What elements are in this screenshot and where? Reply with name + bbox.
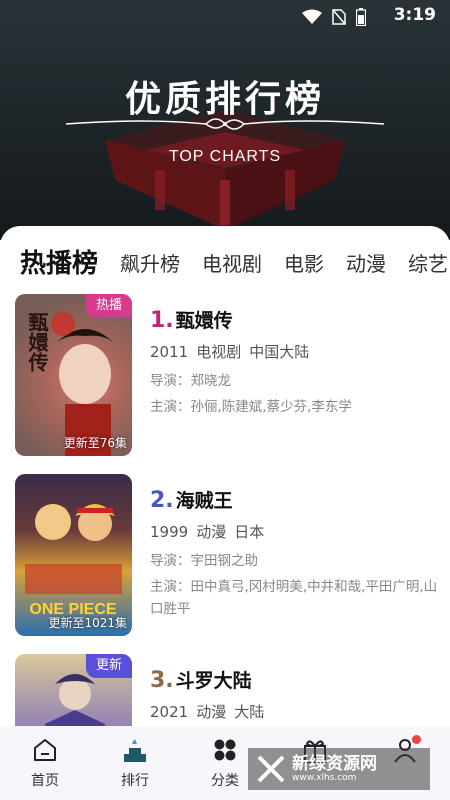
show-year: 1999 <box>150 523 189 541</box>
ranking-item[interactable]: 甄嬛传 热播 更新至76集 1. 甄嬛传 2011 电视剧 中国大陆 导演：郑晓龙 主… <box>15 294 435 458</box>
cast: 主演：孙俪,陈建斌,蔡少芬,李东学 <box>150 399 352 415</box>
poster-image[interactable]: ONE PIECE 更新至1021集 <box>15 474 132 636</box>
show-title[interactable]: 甄嬛传 <box>176 310 233 332</box>
show-title[interactable]: 斗罗大陆 <box>176 670 252 692</box>
battery-icon <box>356 8 366 26</box>
episode-update: 更新至1021集 <box>48 616 127 630</box>
category-icon <box>214 739 236 761</box>
nav-ranking-label: 排行 <box>121 773 149 789</box>
rank-number: 1. <box>150 308 174 333</box>
poster-art: ONE PIECE <box>25 504 122 618</box>
status-time: 3:19 <box>393 5 436 25</box>
show-region: 日本 <box>234 523 265 541</box>
rank-number: 3. <box>150 668 174 693</box>
nav-home-label: 首页 <box>31 773 59 789</box>
show-meta: 2011 电视剧 中国大陆 <box>150 340 440 364</box>
wifi-icon <box>302 9 322 24</box>
hot-badge: 热播 <box>85 294 132 318</box>
ranking-icon <box>124 739 146 762</box>
tab-movie[interactable]: 电影 <box>284 250 324 278</box>
status-bar: 3:19 <box>0 0 450 32</box>
episode-update: 更新至76集 <box>63 436 127 450</box>
show-region: 大陆 <box>234 703 265 721</box>
show-region: 中国大陆 <box>249 343 310 361</box>
show-meta: 2021 动漫 大陆 <box>150 700 440 724</box>
watermark-url: www.xlhs.com <box>292 773 357 783</box>
notification-dot <box>412 735 421 744</box>
show-genre: 动漫 <box>196 523 227 541</box>
nav-home[interactable]: 首页 <box>0 726 90 800</box>
ornament-divider <box>66 118 384 130</box>
show-year: 2021 <box>150 703 189 721</box>
nav-ranking[interactable]: 排行 <box>90 726 180 800</box>
update-badge: 更新 <box>85 654 132 678</box>
show-genre: 动漫 <box>196 703 227 721</box>
director: 导演：宇田钢之助 <box>150 553 258 569</box>
category-tabs: 热播榜 飙升榜 电视剧 电影 动漫 综艺 <box>0 238 450 278</box>
ranking-sheet: 热播榜 飙升榜 电视剧 电影 动漫 综艺 甄嬛传 热播 更新至76集 1. 甄嬛传 <box>0 226 450 726</box>
tab-anime[interactable]: 动漫 <box>346 250 386 278</box>
watermark-text: 新绿资源网 <box>292 754 377 774</box>
cast: 主演：田中真弓,冈村明美,中井和哉,平田广明,山口胜平 <box>150 579 438 617</box>
director: 导演：郑晓龙 <box>150 373 231 389</box>
watermark: 新绿资源网 www.xlhs.com <box>248 748 430 790</box>
poster-calligraphy: 甄嬛传 <box>25 312 49 372</box>
tab-tv[interactable]: 电视剧 <box>202 250 262 278</box>
show-meta: 1999 动漫 日本 <box>150 520 440 544</box>
hero-subtitle: TOP CHARTS <box>168 148 282 165</box>
show-genre: 电视剧 <box>196 343 242 361</box>
tab-variety[interactable]: 综艺 <box>408 250 448 278</box>
ranking-item[interactable]: ONE PIECE 更新至1021集 2. 海贼王 1999 动漫 日本 导演：宇田钢… <box>15 474 437 638</box>
ranking-item[interactable]: 更新 3. 斗罗大陆 2021 动漫 大陆 <box>15 654 435 726</box>
show-year: 2011 <box>150 343 189 361</box>
tab-rising[interactable]: 飙升榜 <box>120 250 180 278</box>
poster-image[interactable]: 甄嬛传 热播 更新至76集 <box>15 294 132 456</box>
home-icon <box>34 739 56 761</box>
tab-hot[interactable]: 热播榜 <box>20 250 98 278</box>
no-sim-icon <box>332 9 346 25</box>
show-title[interactable]: 海贼王 <box>176 490 233 512</box>
nav-category-label: 分类 <box>211 773 239 789</box>
watermark-logo-icon <box>257 755 285 783</box>
top-charts-banner: 3:19 优质排行榜 TOP CHARTS <box>0 0 450 240</box>
rank-number: 2. <box>150 488 174 513</box>
poster-image[interactable]: 更新 <box>15 654 132 726</box>
